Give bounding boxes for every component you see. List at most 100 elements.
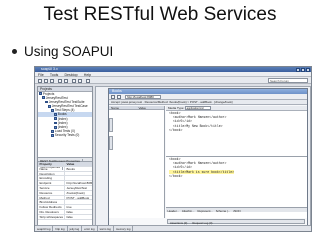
response-view-tab[interactable]: Attachm...: [180, 209, 196, 214]
request-side-tab[interactable]: [108, 117, 113, 132]
params-header: Name Value: [109, 105, 164, 111]
property-value[interactable]: POST - addBook: [65, 196, 92, 200]
response-xml: <book> <author>Mark Hansen</author> <id>…: [166, 157, 307, 179]
preferences-icon[interactable]: [72, 78, 76, 83]
property-name: Follow Redirects: [38, 205, 65, 209]
desktop-area: Books http://localhost:8080 Accept: java…: [95, 86, 311, 231]
property-value[interactable]: [65, 200, 92, 204]
xml-line: </book>: [166, 128, 307, 132]
bullet-item: Using SOAPUI: [12, 42, 113, 60]
response-bottom-tabs: Header... Attachm... Represent... Schema (.…: [166, 206, 307, 214]
xml-editors: Media Type: application/xml <book> <auth…: [166, 105, 307, 218]
tree-node-icon: [45, 100, 48, 104]
property-value[interactable]: /books/{book}: [65, 191, 92, 195]
bullet-dot-icon: [12, 48, 17, 54]
tree-item-label: Security Tests (0): [54, 133, 80, 138]
xml-line-text: </book>: [169, 174, 183, 179]
property-name: Encoding: [38, 176, 65, 181]
property-name: Name: [38, 166, 65, 171]
property-name: Dis. Resolvers: [38, 209, 65, 214]
tree-node-icon: [51, 109, 54, 112]
media-type-label: Media Type:: [168, 105, 185, 110]
response-view-tab[interactable]: JSON: [232, 209, 242, 214]
request-toolbar: http://localhost:8080: [109, 94, 307, 100]
param-name-header: Name: [111, 105, 120, 110]
back-icon[interactable]: [64, 78, 68, 83]
xml-line-text: <author>Mark Hansen</author>: [169, 114, 227, 119]
property-col-header: Property: [38, 162, 65, 166]
properties-table: Property Value Name Books Description Encod…: [38, 162, 92, 220]
response-editor[interactable]: <book> <author>Mark Hansen</author> <id>…: [166, 155, 307, 214]
log-tab[interactable]: http log: [53, 226, 68, 231]
tree-node-icon: [54, 125, 57, 129]
tree-item[interactable]: Security Tests (0): [38, 133, 92, 137]
tree-node-icon: [42, 96, 45, 100]
property-row[interactable]: Strip whitespaces false: [38, 214, 92, 220]
submit-request-icon[interactable]: [111, 95, 115, 99]
xml-line-text: <book>: [169, 156, 181, 161]
property-name: Service: [38, 185, 65, 190]
xml-line-text: <book>: [169, 110, 181, 115]
xml-line-text: <author>Mark Hansen</author>: [169, 160, 227, 165]
log-tab[interactable]: memory log: [114, 226, 134, 231]
xml-line-text: </book>: [169, 128, 183, 133]
tree-node-icon: [48, 104, 51, 108]
tree-node-icon: [54, 117, 57, 121]
log-tabs-bar: soapUI log http log jetty log error log wsrm…: [35, 225, 311, 231]
param-value-header: Value: [138, 105, 146, 110]
response-view-tab[interactable]: Represent...: [196, 209, 214, 214]
proxy-icon[interactable]: [78, 78, 82, 83]
tree-node-icon: [51, 134, 54, 137]
log-tab[interactable]: error log: [82, 226, 98, 231]
property-name: Method: [38, 195, 65, 200]
xml-line-text: <title>My New Book</title>: [169, 123, 223, 128]
property-value[interactable]: Books: [65, 167, 92, 171]
close-icon[interactable]: [306, 67, 310, 72]
help-icon[interactable]: [86, 78, 90, 83]
navigator-pane: Projects Projects JerseyRestTest JerseyRes…: [37, 86, 93, 231]
response-view-tab[interactable]: Header...: [166, 209, 180, 214]
import-project-icon[interactable]: [44, 78, 48, 83]
maximize-icon[interactable]: [301, 67, 305, 72]
log-tab[interactable]: wsrm log: [98, 226, 114, 231]
xml-line-text: <id>5</id>: [169, 119, 192, 124]
log-tab[interactable]: soapUI log: [35, 226, 54, 231]
tree-node-icon: [54, 121, 57, 125]
minimize-icon[interactable]: [296, 67, 300, 72]
editor-split: Name Value Media Type: application/xml <…: [108, 105, 307, 218]
value-col-header: Value: [66, 162, 75, 166]
endpoint-select[interactable]: http://localhost:8080: [125, 95, 161, 99]
property-value[interactable]: [65, 172, 92, 176]
forward-icon[interactable]: [58, 78, 62, 83]
xml-line-text: <id>5</id>: [169, 165, 192, 170]
property-value[interactable]: [65, 176, 92, 180]
request-xml: <book> <author>Mark Hansen</author> <id>…: [166, 111, 307, 133]
save-all-icon[interactable]: [50, 78, 54, 83]
project-tree: Projects JerseyRestTest JerseyRestTest Tes…: [38, 92, 92, 138]
search-input[interactable]: Search Forum: [268, 78, 308, 83]
media-type-select[interactable]: application/xml: [185, 105, 212, 110]
property-name: Strip whitespaces: [39, 214, 65, 219]
property-value[interactable]: false: [65, 215, 92, 219]
resource-bar: Accept: javax.jersey.rest · Resource/Met…: [109, 100, 307, 105]
request-editor[interactable]: Media Type: application/xml <book> <auth…: [166, 105, 307, 152]
cancel-request-icon[interactable]: [117, 95, 121, 99]
raw-side-tab[interactable]: [108, 135, 113, 150]
response-tabs: Assertions (0) Request Log (0): [167, 218, 305, 225]
property-value[interactable]: http://localhost:8080: [65, 181, 93, 185]
property-value[interactable]: JerseyRestTest: [65, 186, 92, 190]
property-value[interactable]: true: [65, 205, 92, 209]
main-toolbar: Search Forum: [35, 77, 311, 84]
params-panel: Name Value: [108, 105, 165, 218]
new-project-icon[interactable]: [38, 78, 42, 83]
log-tab[interactable]: jetty log: [68, 226, 83, 231]
bullet-text: Using SOAPUI: [24, 43, 114, 59]
response-view-tab[interactable]: Schema (...: [214, 209, 231, 214]
property-name: Resource: [38, 190, 65, 195]
xml-line: </book>: [166, 174, 307, 178]
xml-line-text: <title>Mark is sure book</title>: [169, 169, 235, 174]
tree-node-icon: [51, 129, 54, 133]
property-name: Description: [38, 171, 65, 176]
tree-node-icon: [39, 92, 42, 96]
property-value[interactable]: false: [65, 210, 92, 214]
